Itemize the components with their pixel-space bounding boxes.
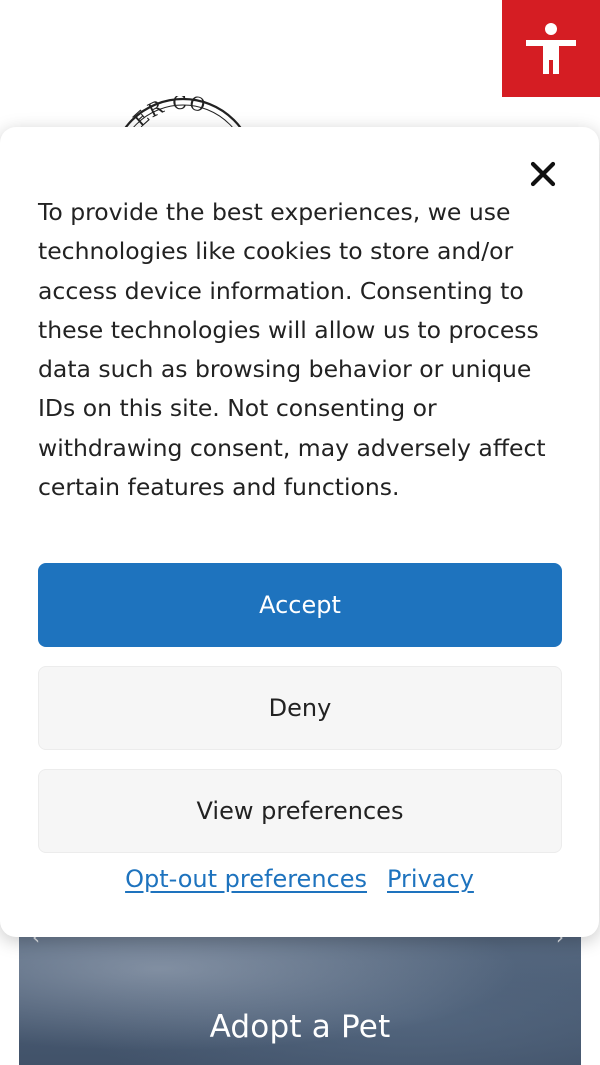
consent-message: To provide the best experiences, we use … bbox=[38, 198, 546, 502]
hero-title: Adopt a Pet bbox=[209, 1009, 391, 1045]
close-button[interactable] bbox=[524, 155, 562, 193]
consent-links: Opt-out preferences Privacy bbox=[0, 865, 599, 893]
deny-button[interactable]: Deny bbox=[38, 666, 562, 750]
accessibility-button[interactable] bbox=[502, 0, 600, 97]
accessibility-person-icon bbox=[526, 22, 576, 74]
cookie-consent-dialog: To provide the best experiences, we use … bbox=[0, 127, 599, 937]
close-icon bbox=[530, 161, 556, 187]
accept-button[interactable]: Accept bbox=[38, 563, 562, 647]
opt-out-preferences-link[interactable]: Opt-out preferences bbox=[125, 865, 367, 893]
view-preferences-button[interactable]: View preferences bbox=[38, 769, 562, 853]
privacy-link[interactable]: Privacy bbox=[387, 865, 474, 893]
